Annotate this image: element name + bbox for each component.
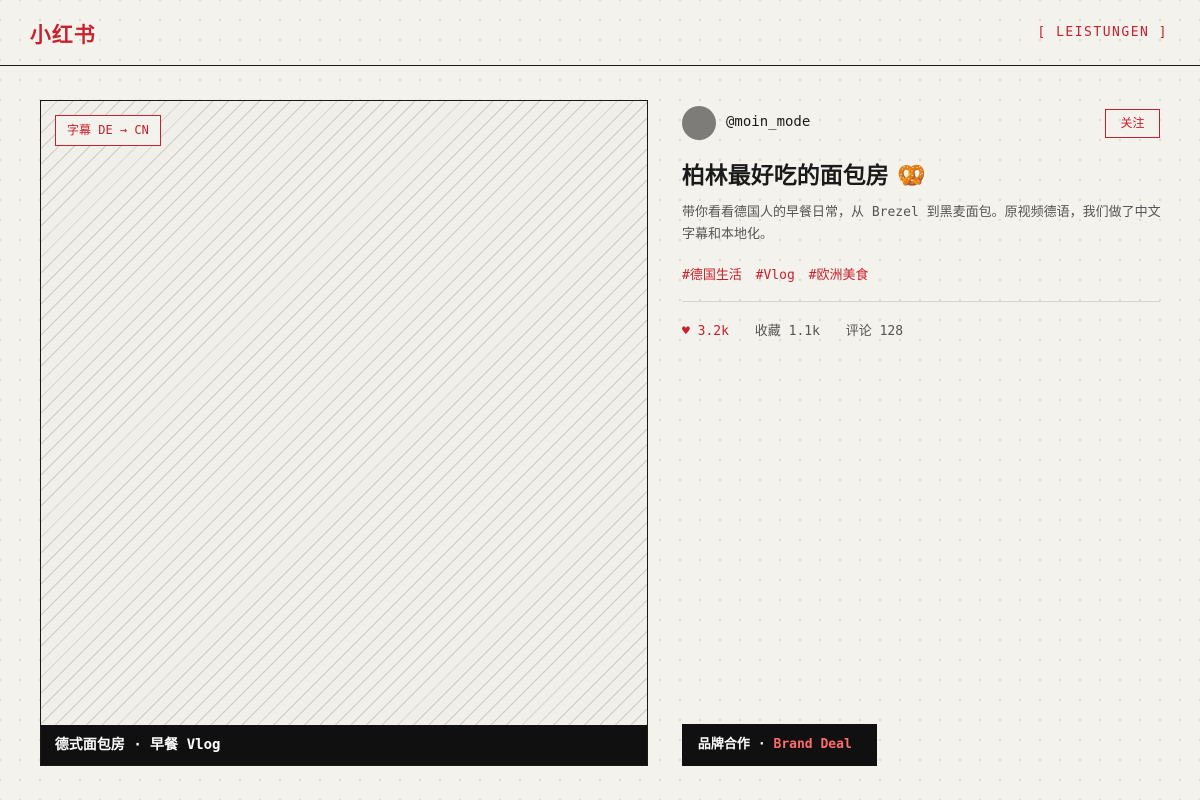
post-description: 带你看看德国人的早餐日常，从 Brezel 到黑麦面包。原视频德语，我们做了中文…: [682, 205, 1161, 242]
brand-label-en: Brand Deal: [773, 737, 852, 752]
tag-vlog[interactable]: #Vlog: [756, 268, 795, 283]
logo[interactable]: 小红书: [30, 19, 96, 49]
favorite-count[interactable]: 收藏 1.1k: [755, 324, 820, 339]
video-player[interactable]: 字幕 DE → CN 德式面包房 · 早餐 Vlog: [40, 100, 648, 766]
follow-button[interactable]: 关注: [1105, 109, 1160, 138]
video-caption: 德式面包房 · 早餐 Vlog: [41, 725, 647, 765]
author-username[interactable]: @moin_mode: [726, 114, 810, 130]
tag-german-life[interactable]: #德国生活: [682, 268, 742, 283]
divider: [682, 301, 1160, 302]
top-bar: 小红书 [ LEISTUNGEN ]: [0, 0, 1200, 66]
author-row: @moin_mode 关注: [682, 106, 1160, 140]
tag-european-food[interactable]: #欧洲美食: [809, 268, 869, 283]
avatar[interactable]: [682, 106, 716, 140]
like-count[interactable]: ♥ 3.2k: [682, 324, 729, 339]
brand-deal-badge[interactable]: 品牌合作 · Brand Deal: [682, 724, 877, 766]
post-title: 柏林最好吃的面包房 🥨: [682, 163, 926, 189]
nav-link-leistungen[interactable]: [ LEISTUNGEN ]: [1037, 25, 1168, 40]
brand-label-cn: 品牌合作: [698, 737, 751, 752]
brand-separator: ·: [750, 737, 774, 752]
tag-list: #德国生活 #Vlog #欧洲美食: [682, 264, 874, 283]
subtitle-badge[interactable]: 字幕 DE → CN: [55, 115, 161, 146]
comment-count[interactable]: 评论 128: [846, 324, 903, 339]
post-stats: ♥ 3.2k 收藏 1.1k 评论 128: [682, 320, 921, 339]
